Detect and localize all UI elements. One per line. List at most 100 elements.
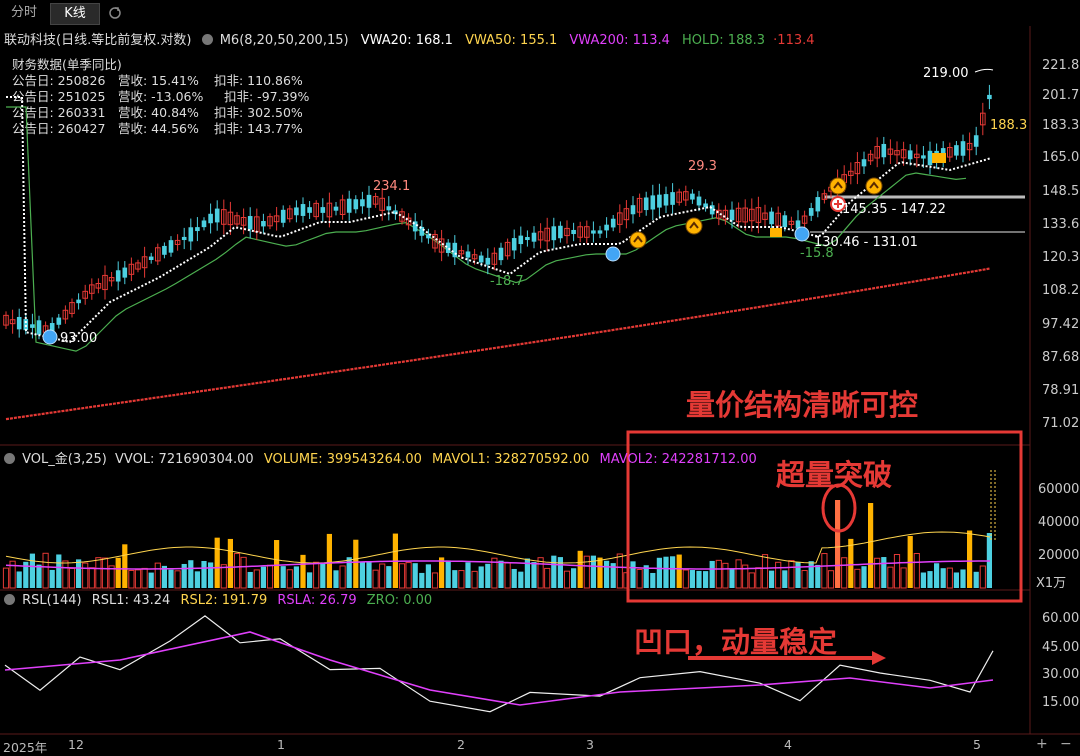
volume-bar <box>148 572 154 588</box>
volume-bar <box>386 566 392 588</box>
gear-icon[interactable] <box>4 453 15 464</box>
volume-bar <box>56 554 62 588</box>
volume-bar <box>181 563 187 588</box>
volume-bar <box>128 569 135 589</box>
volume-bar <box>16 571 22 588</box>
gear-icon[interactable] <box>4 594 15 605</box>
volume-bar <box>458 570 465 589</box>
volume-bar <box>201 560 207 588</box>
range-label-2: 130.46 - 131.01 <box>814 235 918 250</box>
volume-bar <box>49 569 55 588</box>
volume-bar <box>920 572 926 588</box>
volume-bar <box>887 566 894 589</box>
volume-bar <box>735 559 742 589</box>
x-label-feb: 2 <box>457 737 465 752</box>
volume-bar <box>168 569 174 588</box>
volume-bar <box>379 563 386 589</box>
candle-body <box>280 209 286 223</box>
volume-bar <box>366 562 372 588</box>
volume-bar <box>29 553 35 588</box>
volume-bar <box>445 560 451 588</box>
volume-bar <box>913 553 920 589</box>
rsl1-value: RSL1: 43.24 <box>91 593 171 608</box>
x-label-may: 5 <box>973 737 981 752</box>
candle-body <box>650 195 656 210</box>
volume-bar <box>616 553 623 589</box>
vvol-value: VVOL: 721690304.00 <box>115 452 254 467</box>
volume-bar <box>703 571 709 588</box>
candle-body <box>23 319 29 331</box>
price-tick: 221.8 <box>1042 58 1080 73</box>
candle-body <box>188 227 194 242</box>
volume-bar <box>485 563 491 588</box>
volume-bar <box>636 568 643 589</box>
mavol1-line <box>5 531 991 564</box>
volume-bar <box>240 556 247 589</box>
zoom-in-button[interactable]: + <box>1036 736 1048 752</box>
volume-bar <box>934 563 940 588</box>
candle-body <box>122 267 128 278</box>
volume-bar <box>563 570 571 589</box>
price-tick: 120.3 <box>1042 250 1080 265</box>
volume-bar <box>927 571 933 588</box>
volume-bar <box>359 561 365 588</box>
volume-bar <box>398 563 406 589</box>
volume-bar <box>696 570 702 588</box>
rsl1-line <box>4 615 994 713</box>
candle-body <box>604 224 609 231</box>
volume-bar <box>431 572 439 589</box>
candle-body <box>247 216 253 230</box>
volume-bar <box>320 563 326 588</box>
volume-header: VOL_金(3,25) VVOL: 721690304.00 VOLUME: 3… <box>4 448 757 467</box>
candle-body <box>360 199 365 207</box>
annotation-structure: 量价结构清晰可控 <box>686 388 919 422</box>
candle-body <box>485 257 491 265</box>
volume-bar <box>36 564 42 588</box>
candle-body <box>558 225 563 239</box>
volume-bar <box>300 554 306 588</box>
volume-bar <box>333 570 339 588</box>
volume-bar <box>82 562 89 589</box>
candle-body <box>907 150 913 160</box>
price-tick: 71.02 <box>1042 416 1080 431</box>
vwa20-line <box>6 96 991 344</box>
candle-body <box>307 207 312 213</box>
price-tick: 183.3 <box>1042 118 1080 133</box>
rsl-tick: 30.00 <box>1042 667 1080 682</box>
volume-bar <box>761 554 769 589</box>
candle-body <box>960 141 966 156</box>
note-icon <box>770 228 782 237</box>
volume-bar <box>597 557 603 588</box>
note-icon <box>932 153 946 163</box>
volume-bar <box>253 569 260 589</box>
rsl-tick: 45.00 <box>1042 640 1080 655</box>
candle-body <box>927 150 933 166</box>
volume-tick: 20000 <box>1038 548 1080 563</box>
candle-body <box>729 209 735 221</box>
volume-bar <box>715 559 722 589</box>
rsl-header: RSL(144) RSL1: 43.24 RSL2: 191.79 RSLA: … <box>4 593 432 608</box>
candle-body <box>657 194 662 208</box>
volume-bar <box>676 554 682 588</box>
candle-body <box>518 235 524 245</box>
signal-dot-icon <box>794 226 810 242</box>
volume-bar <box>656 557 662 588</box>
volume-bar <box>101 557 109 589</box>
candle-body <box>597 230 603 234</box>
candle-body <box>670 192 675 205</box>
vol-indicator: VOL_金(3,25) <box>22 452 107 467</box>
volume-bar <box>471 570 478 589</box>
volume-bar <box>967 530 973 588</box>
price-tick: 133.6 <box>1042 217 1080 232</box>
volume-bar <box>141 567 148 589</box>
zro-value: ZRO: 0.00 <box>366 593 433 608</box>
candle-body <box>162 245 167 255</box>
candle-body <box>30 324 35 328</box>
volume-bar <box>227 538 233 588</box>
candle-body <box>921 155 926 159</box>
volume-bar <box>630 561 636 588</box>
volume-bar <box>372 569 379 589</box>
zoom-out-button[interactable]: − <box>1060 736 1072 752</box>
kline-chart[interactable] <box>0 0 1080 753</box>
volume-bar <box>498 560 504 588</box>
